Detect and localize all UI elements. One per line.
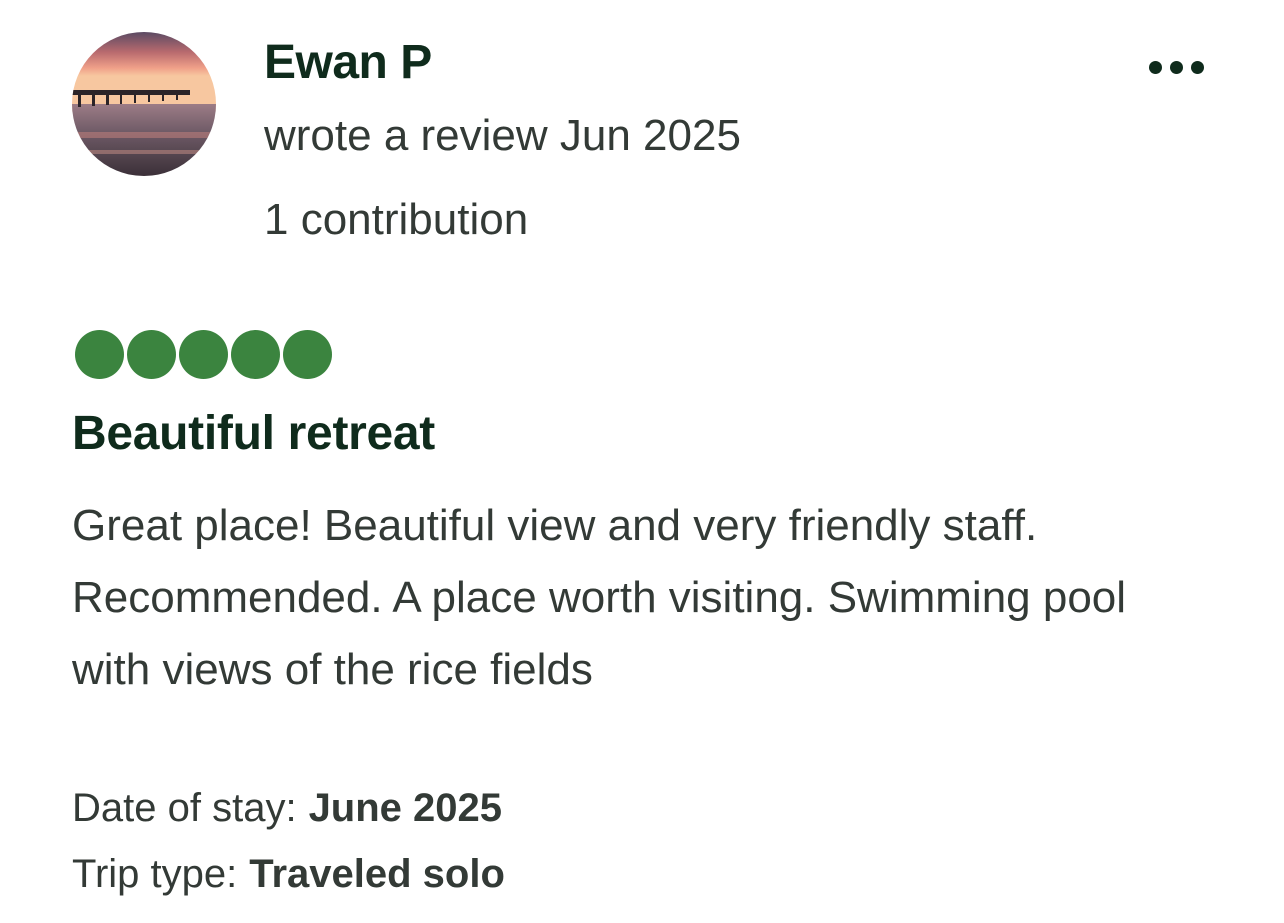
review-body: Great place! Beautiful view and very fri… (72, 501, 1127, 694)
user-avatar[interactable] (72, 32, 216, 176)
contribution-count: 1 contribution (264, 195, 529, 244)
rating-bubble-icon (127, 330, 176, 379)
rating-bubbles (75, 330, 332, 379)
user-name[interactable]: Ewan P (264, 34, 432, 92)
more-options-icon (1148, 60, 1162, 74)
date-of-stay-label: Date of stay: (72, 786, 297, 830)
date-of-stay-row: Date of stay: June 2025 (72, 784, 502, 832)
review-date-meta: wrote a review Jun 2025 (264, 111, 741, 160)
more-options-icon (1190, 60, 1204, 74)
date-of-stay-value: June 2025 (308, 786, 503, 830)
rating-bubble-icon (179, 330, 228, 379)
trip-type-label: Trip type: (72, 852, 238, 896)
rating-bubble-icon (283, 330, 332, 379)
more-options-icon (1169, 60, 1183, 74)
review-title[interactable]: Beautiful retreat (72, 404, 435, 464)
trip-type-row: Trip type: Traveled solo (72, 850, 505, 898)
rating-bubble-icon (75, 330, 124, 379)
pier-sunset-photo (72, 32, 216, 176)
rating-bubble-icon (231, 330, 280, 379)
more-options-button[interactable] (1140, 46, 1212, 88)
trip-type-value: Traveled solo (249, 852, 505, 896)
